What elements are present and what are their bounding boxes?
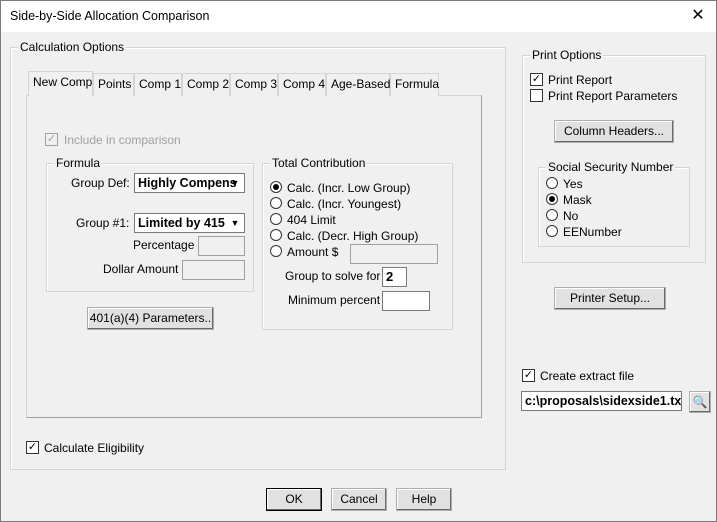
ssn-eenumber-label: EENumber — [563, 225, 622, 239]
tab-age-based[interactable]: Age-Based — [326, 73, 390, 96]
ssn-group-title: Social Security Number — [546, 160, 676, 174]
chevron-down-icon: ▼ — [230, 178, 240, 188]
radio-calc-incr-youngest[interactable] — [270, 197, 282, 209]
radio-dot — [273, 184, 279, 190]
radio-ssn-yes[interactable] — [546, 177, 558, 189]
radio-404-limit[interactable] — [270, 213, 282, 225]
tab-new-comp[interactable]: New Comp — [28, 71, 93, 96]
cancel-button[interactable]: Cancel — [331, 488, 387, 511]
radio-calc-incr-low-group[interactable] — [270, 181, 282, 193]
percentage-label: Percentage — [133, 238, 195, 252]
print-report-label: Print Report — [548, 73, 613, 87]
dollar-amount-field[interactable] — [182, 260, 245, 280]
group1-label: Group #1: — [76, 216, 130, 230]
include-in-comparison-checkbox[interactable]: ✓ — [45, 133, 58, 146]
formula-group-title: Formula — [54, 156, 103, 170]
tab-comp-2[interactable]: Comp 2 — [182, 73, 230, 96]
radio-ssn-eenumber[interactable] — [546, 225, 558, 237]
tab-points[interactable]: Points — [93, 73, 134, 96]
chevron-down-icon: ▼ — [230, 218, 240, 228]
ok-button[interactable]: OK — [266, 488, 322, 511]
group-def-label: Group Def: — [71, 176, 130, 190]
parameters-button[interactable]: 401(a)(4) Parameters.. — [87, 307, 214, 330]
printer-setup-button[interactable]: Printer Setup... — [554, 287, 666, 310]
option-calc-incr-low-group: Calc. (Incr. Low Group) — [287, 181, 411, 195]
calculate-eligibility-checkbox[interactable]: ✓ — [26, 441, 39, 454]
radio-ssn-no[interactable] — [546, 209, 558, 221]
tab-formula[interactable]: Formula — [390, 73, 439, 96]
group-to-solve-field[interactable]: 2 — [382, 267, 407, 287]
radio-amount[interactable] — [270, 245, 282, 257]
print-report-checkbox[interactable]: ✓ — [530, 73, 543, 86]
tab-comp-1[interactable]: Comp 1 — [134, 73, 182, 96]
include-in-comparison-label: Include in comparison — [64, 133, 181, 147]
option-404-limit: 404 Limit — [287, 213, 336, 227]
create-extract-label: Create extract file — [540, 369, 635, 383]
title-bar: Side-by-Side Allocation Comparison ✕ — [1, 1, 716, 32]
radio-calc-decr-high-group[interactable] — [270, 229, 282, 241]
group1-value: Limited by 415 — [138, 216, 225, 230]
print-report-params-label: Print Report Parameters — [548, 89, 678, 103]
option-amount: Amount $ — [287, 245, 339, 259]
create-extract-checkbox[interactable]: ✓ — [522, 369, 535, 382]
radio-ssn-mask[interactable] — [546, 193, 558, 205]
ssn-no-label: No — [563, 209, 579, 223]
group-def-select[interactable]: Highly Compens ▼ — [134, 173, 245, 193]
column-headers-button[interactable]: Column Headers... — [554, 120, 674, 143]
tab-comp-3[interactable]: Comp 3 — [230, 73, 278, 96]
group1-select[interactable]: Limited by 415 ▼ — [134, 213, 245, 233]
option-calc-decr-high-group: Calc. (Decr. High Group) — [287, 229, 419, 243]
dollar-amount-label: Dollar Amount — [103, 262, 179, 276]
radio-dot — [549, 196, 555, 202]
ssn-mask-label: Mask — [563, 193, 592, 207]
group-to-solve-label: Group to solve for — [285, 269, 381, 283]
group-def-value: Highly Compens — [138, 176, 237, 190]
tab-comp-4[interactable]: Comp 4 — [278, 73, 326, 96]
help-button[interactable]: Help — [396, 488, 452, 511]
extract-path-field[interactable]: c:\proposals\sidexside1.txt — [521, 391, 682, 411]
amount-field[interactable] — [350, 244, 438, 264]
print-report-params-checkbox[interactable] — [530, 89, 543, 102]
print-options-title: Print Options — [530, 48, 604, 62]
option-calc-incr-youngest: Calc. (Incr. Youngest) — [287, 197, 402, 211]
total-contribution-title: Total Contribution — [270, 156, 368, 170]
dialog-window: Side-by-Side Allocation Comparison ✕ Cal… — [0, 0, 717, 522]
min-percent-label: Minimum percent — [288, 293, 381, 307]
calculate-eligibility-label: Calculate Eligibility — [44, 441, 145, 455]
window-title: Side-by-Side Allocation Comparison — [10, 9, 210, 23]
percentage-field[interactable] — [198, 236, 245, 256]
ssn-yes-label: Yes — [563, 177, 583, 191]
search-icon[interactable]: 🔍 — [689, 391, 711, 413]
calculation-options-title: Calculation Options — [18, 40, 127, 54]
min-percent-field[interactable] — [382, 291, 430, 311]
close-icon[interactable]: ✕ — [686, 4, 710, 28]
